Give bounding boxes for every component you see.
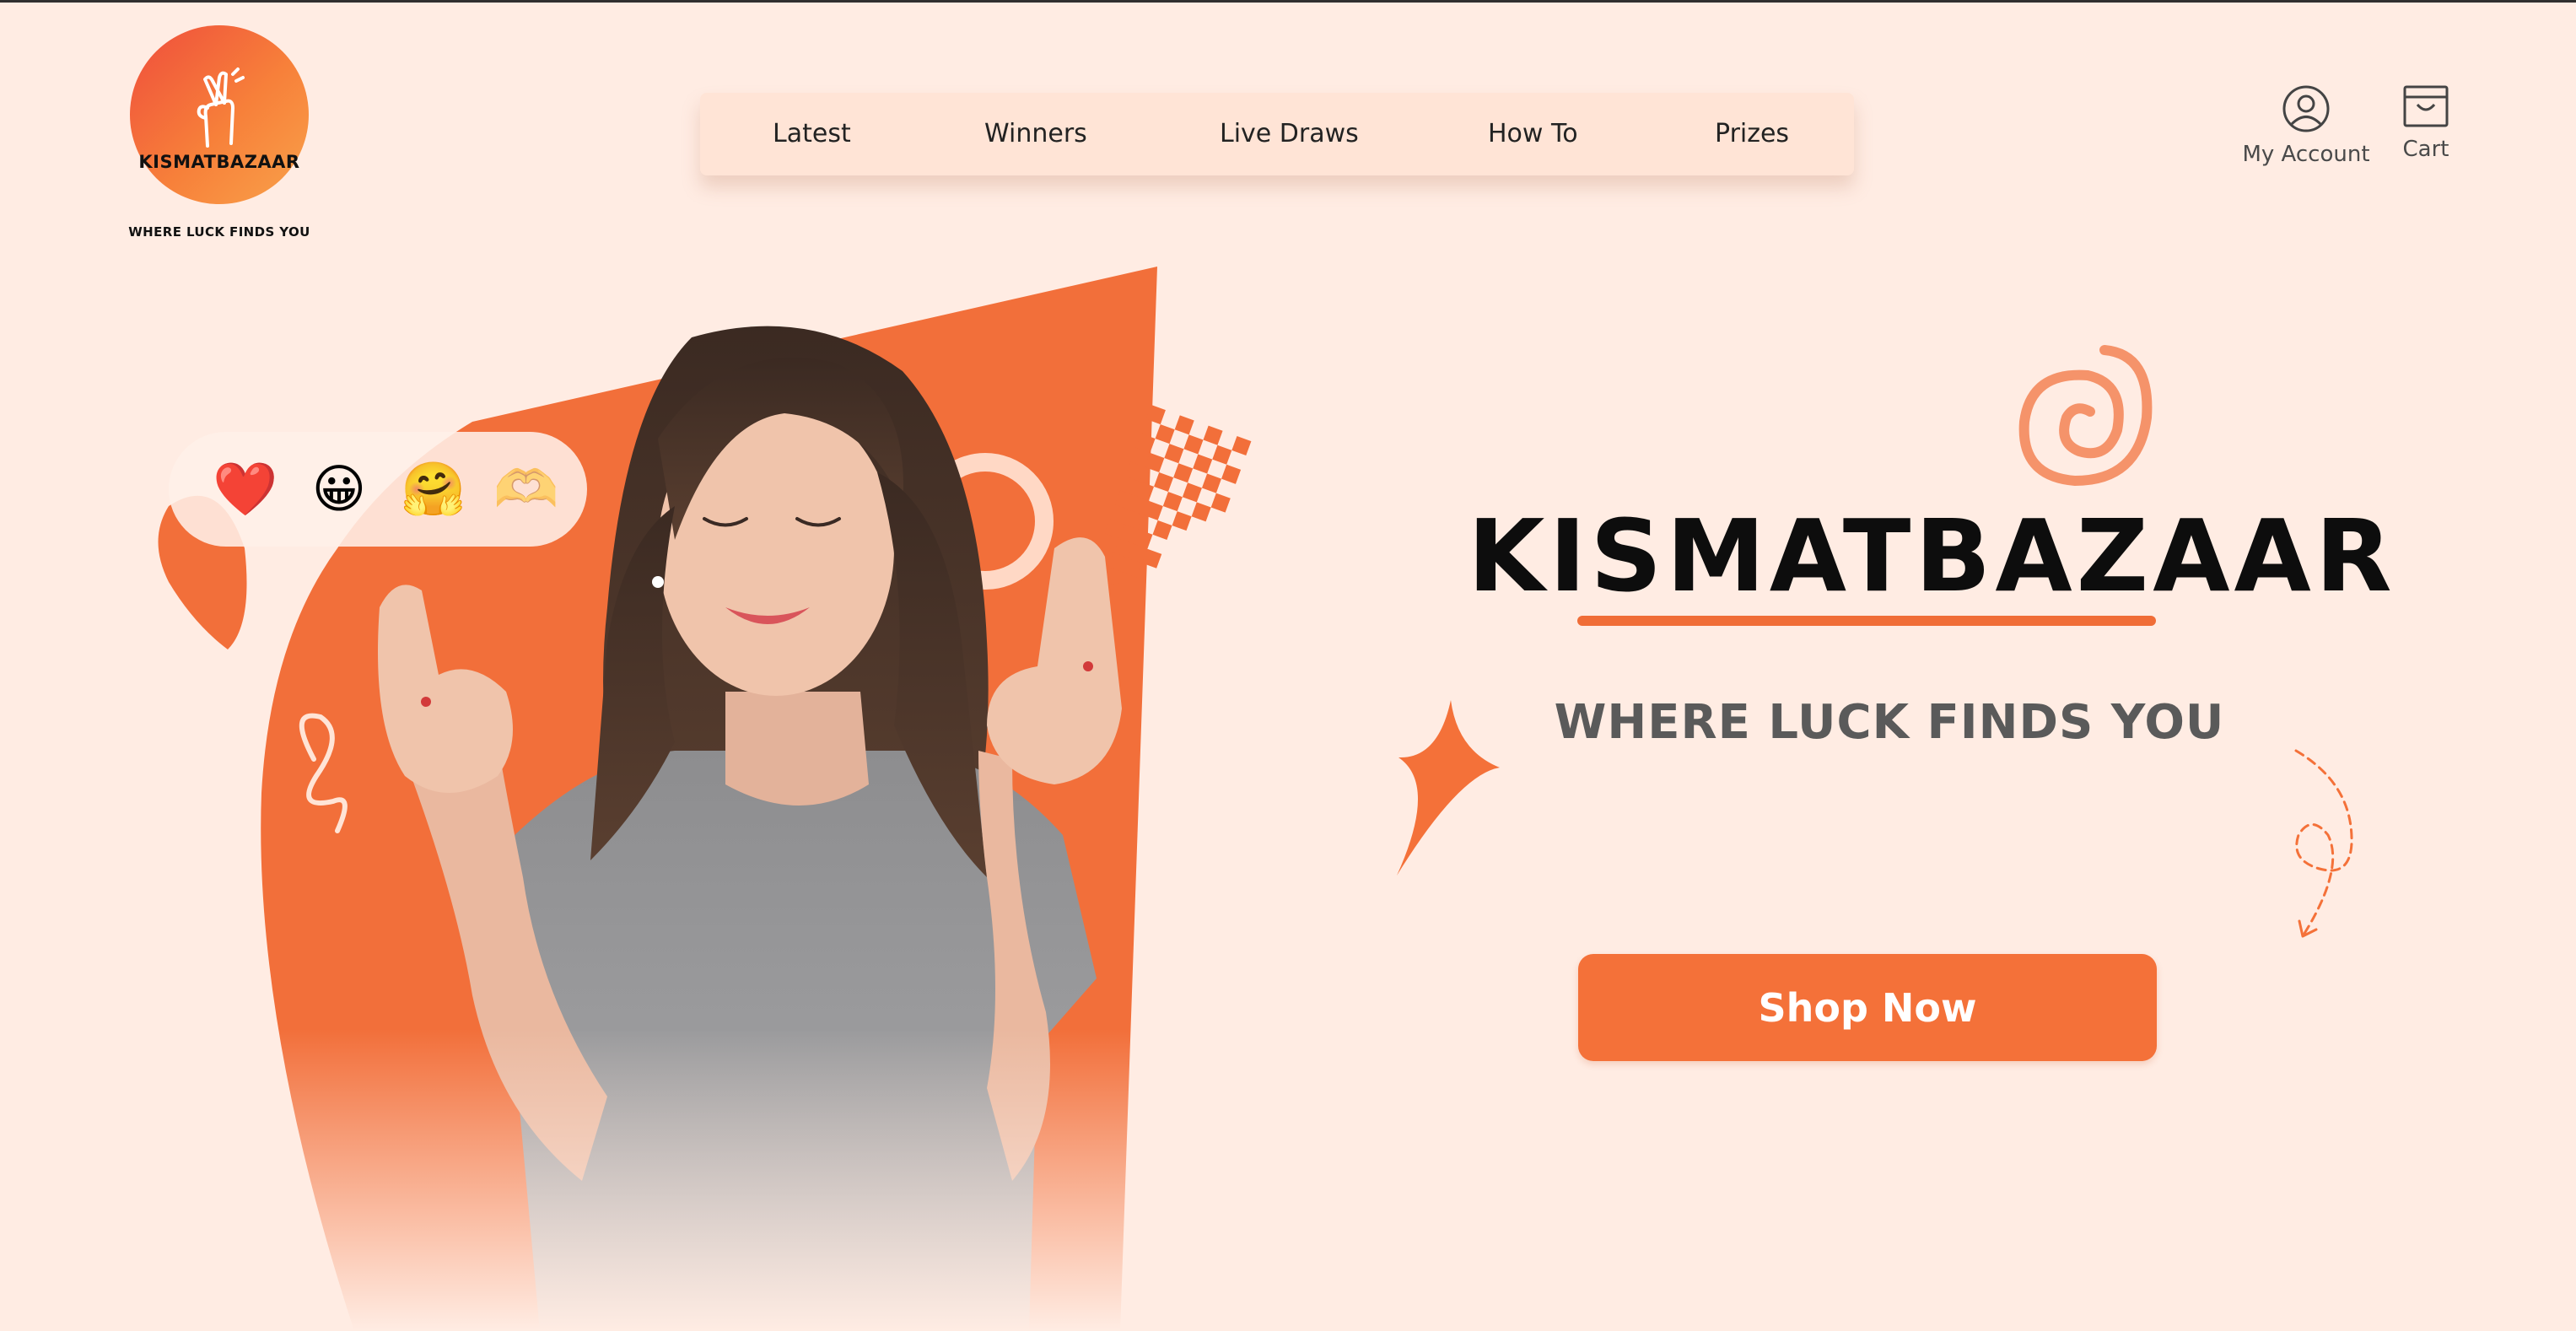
cart-link[interactable]: Cart (2392, 84, 2460, 162)
reaction-bar: ❤️ 😀 🤗 🫶 (169, 432, 587, 547)
nav-how-to[interactable]: How To (1488, 93, 1578, 175)
hero-title: KISMATBAZAAR (1468, 498, 2396, 614)
title-underline (1577, 616, 2156, 626)
nav-winners[interactable]: Winners (984, 93, 1087, 175)
hero-tagline: WHERE LUCK FINDS YOU (1554, 695, 2225, 750)
heart-reaction[interactable]: ❤️ (213, 457, 278, 521)
nav-live-draws[interactable]: Live Draws (1220, 93, 1359, 175)
heart-hands-reaction[interactable]: 🫶 (493, 457, 558, 521)
shop-now-button[interactable]: Shop Now (1578, 954, 2157, 1061)
shopping-bag-icon (2403, 85, 2449, 127)
crossed-fingers-logo-icon (197, 67, 245, 148)
my-account-label: My Account (2242, 142, 2370, 167)
spiral-decoration (2018, 345, 2153, 487)
hug-reaction[interactable]: 🤗 (401, 457, 466, 521)
nav-prizes[interactable]: Prizes (1715, 93, 1789, 175)
my-account-link[interactable]: My Account (2239, 84, 2374, 167)
user-circle-icon (2282, 85, 2330, 132)
logo-name: KISMATBAZAAR (138, 152, 300, 172)
logo-badge: KISMATBAZAAR (130, 25, 309, 204)
cart-label: Cart (2402, 137, 2449, 162)
top-border (0, 0, 2576, 3)
site-logo[interactable]: KISMATBAZAAR WHERE LUCK FINDS YOU (127, 25, 312, 240)
main-nav: Latest Winners Live Draws How To Prizes (700, 93, 1854, 175)
logo-tagline: WHERE LUCK FINDS YOU (128, 224, 310, 240)
nav-latest[interactable]: Latest (773, 93, 851, 175)
hero-illustration (0, 253, 1350, 1331)
grin-reaction[interactable]: 😀 (307, 457, 371, 521)
dashed-arrow-decoration (2294, 749, 2353, 938)
